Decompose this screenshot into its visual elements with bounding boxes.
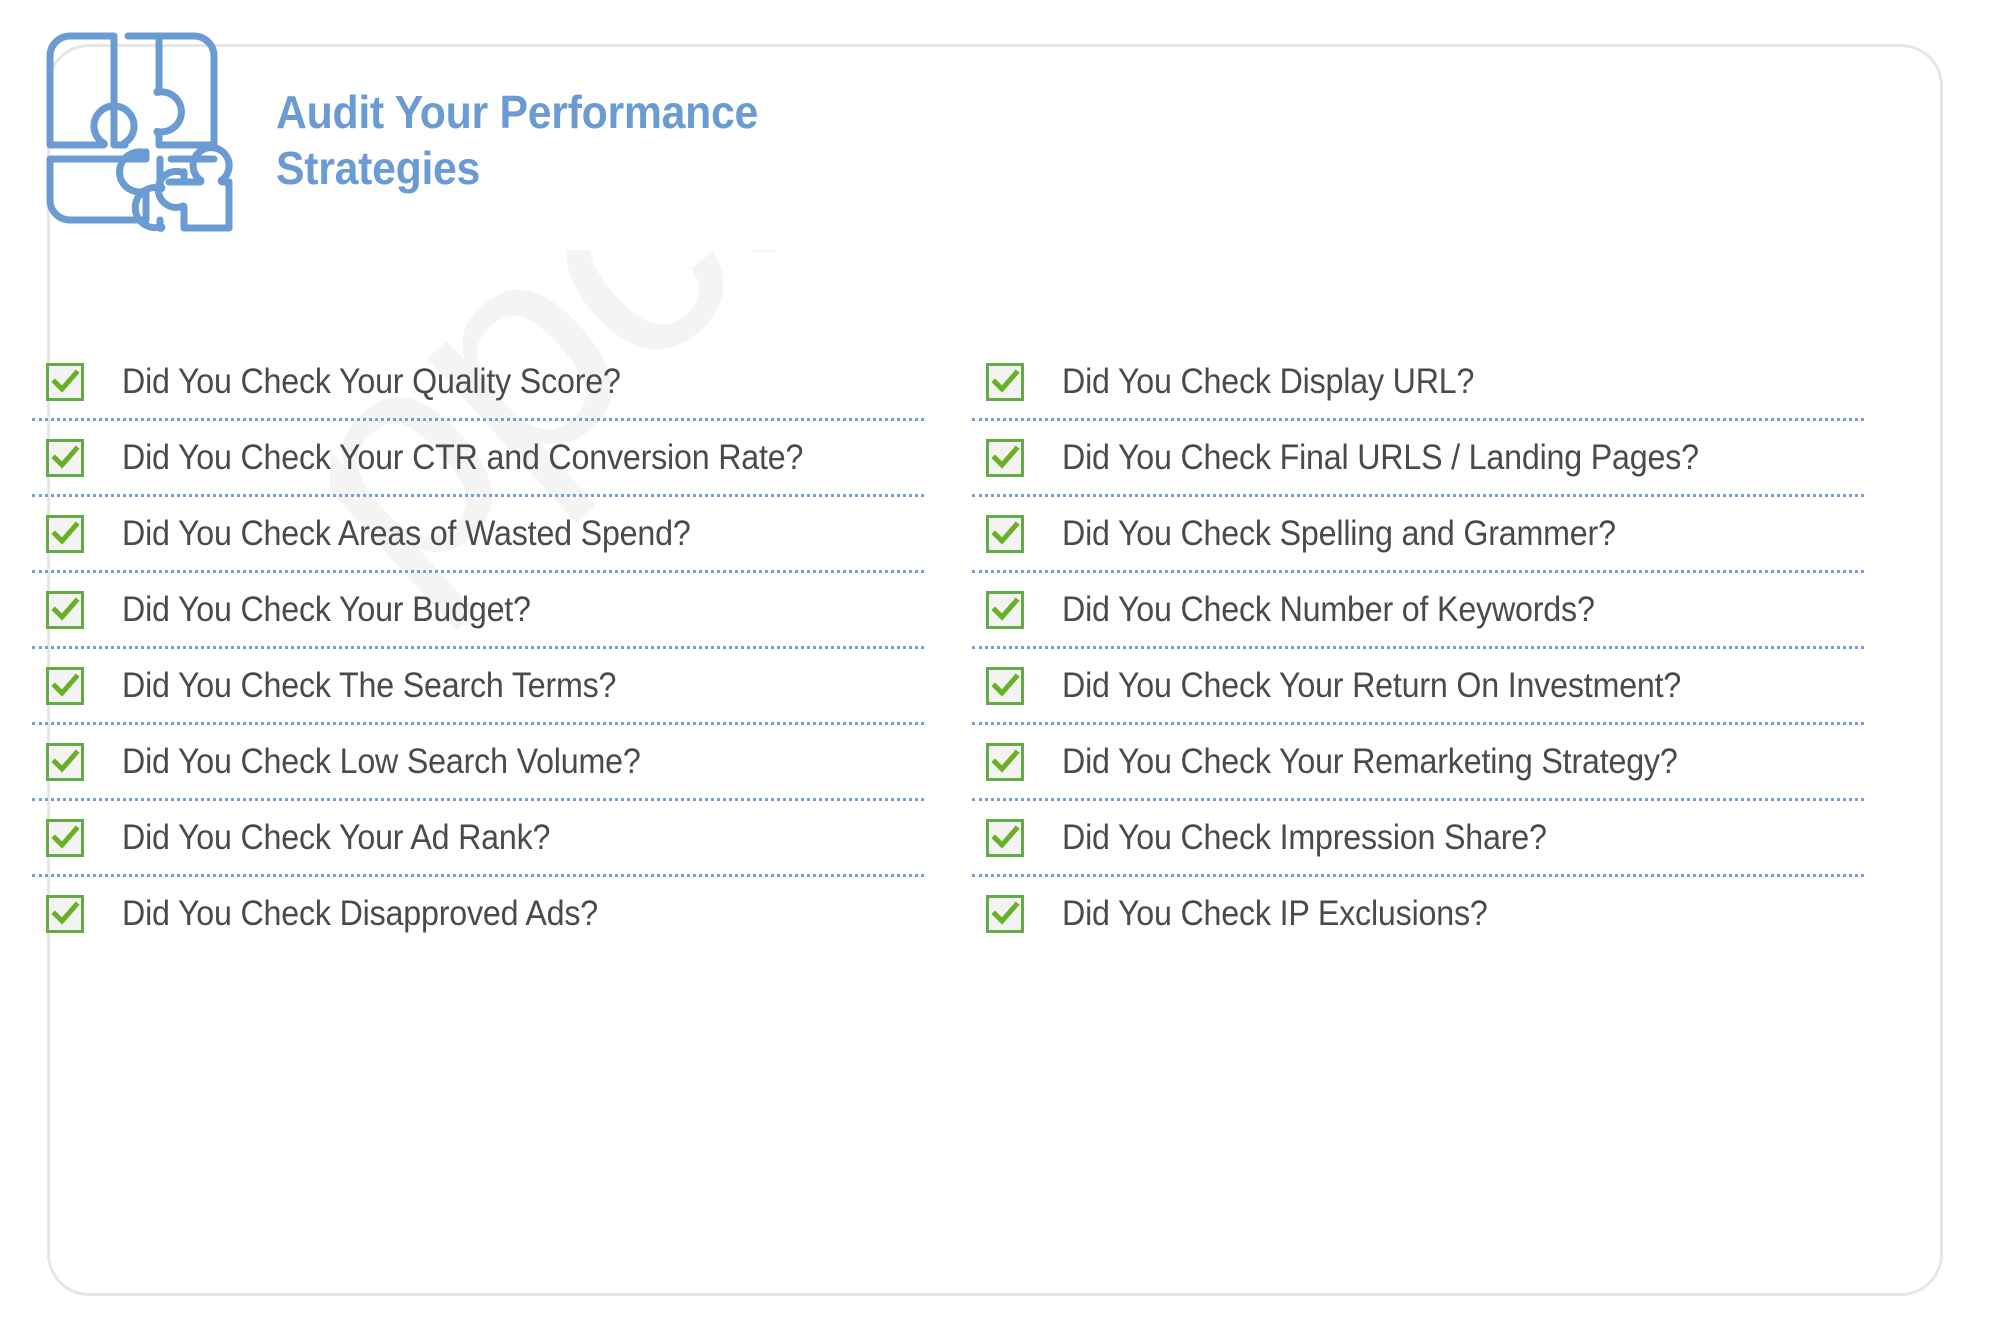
checkbox-checked-icon[interactable] (46, 514, 84, 553)
checkbox-checked-icon[interactable] (46, 818, 84, 857)
checklist-row[interactable]: Did You Check Areas of Wasted Spend? (32, 497, 924, 573)
checklist-item-label: Did You Check Areas of Wasted Spend? (122, 513, 691, 553)
checklist-row[interactable]: Did You Check Final URLS / Landing Pages… (972, 421, 1864, 497)
checkbox-checked-icon[interactable] (46, 438, 84, 477)
checkbox-checked-icon[interactable] (986, 514, 1024, 553)
checklist-row[interactable]: Did You Check Your Budget? (32, 573, 924, 649)
checklist-row[interactable]: Did You Check Your CTR and Conversion Ra… (32, 421, 924, 497)
checkbox-checked-icon[interactable] (46, 590, 84, 629)
checklist-item-label: Did You Check Disapproved Ads? (122, 893, 599, 933)
checklist-item-label: Did You Check Spelling and Grammer? (1062, 513, 1616, 553)
checklist-row[interactable]: Did You Check Spelling and Grammer? (972, 497, 1864, 573)
puzzle-pieces-icon (36, 22, 241, 232)
checkbox-checked-icon[interactable] (986, 742, 1024, 781)
checkbox-checked-icon[interactable] (46, 894, 84, 933)
checklist-item-label: Did You Check Final URLS / Landing Pages… (1062, 437, 1699, 477)
checkbox-checked-icon[interactable] (986, 666, 1024, 705)
checklist-row[interactable]: Did You Check Your Remarketing Strategy? (972, 725, 1864, 801)
checkbox-checked-icon[interactable] (986, 362, 1024, 401)
checklist-row[interactable]: Did You Check The Search Terms? (32, 649, 924, 725)
checkbox-checked-icon[interactable] (986, 590, 1024, 629)
checklist-column-left: Did You Check Your Quality Score? Did You… (32, 345, 924, 950)
checklist-row[interactable]: Did You Check Your Return On Investment? (972, 649, 1864, 725)
checklist-item-label: Did You Check Low Search Volume? (122, 741, 641, 781)
checklist-item-label: Did You Check Number of Keywords? (1062, 589, 1595, 629)
checklist-item-label: Did You Check Your Quality Score? (122, 361, 621, 401)
checklist-item-label: Did You Check Display URL? (1062, 361, 1475, 401)
checkbox-checked-icon[interactable] (46, 362, 84, 401)
checklist-row[interactable]: Did You Check Display URL? (972, 345, 1864, 421)
checklist-infographic: ppcexpo Audit Your Performance (0, 0, 1990, 1344)
checklist-columns: Did You Check Your Quality Score? Did You… (32, 345, 1864, 950)
checklist-row[interactable]: Did You Check Disapproved Ads? (32, 877, 924, 950)
checklist-item-label: Did You Check Your Remarketing Strategy? (1062, 741, 1678, 781)
checklist-item-label: Did You Check IP Exclusions? (1062, 893, 1488, 933)
title-block: Audit Your Performance Strategies (276, 84, 794, 196)
checklist-item-label: Did You Check The Search Terms? (122, 665, 617, 705)
checkbox-checked-icon[interactable] (46, 742, 84, 781)
checklist-item-label: Did You Check Your CTR and Conversion Ra… (122, 437, 804, 477)
checklist-item-label: Did You Check Your Ad Rank? (122, 817, 551, 857)
checklist-item-label: Did You Check Your Return On Investment? (1062, 665, 1682, 705)
checklist-item-label: Did You Check Your Budget? (122, 589, 531, 629)
checkbox-checked-icon[interactable] (986, 894, 1024, 933)
checklist-row[interactable]: Did You Check Low Search Volume? (32, 725, 924, 801)
checklist-row[interactable]: Did You Check Your Ad Rank? (32, 801, 924, 877)
checkbox-checked-icon[interactable] (46, 666, 84, 705)
checkbox-checked-icon[interactable] (986, 818, 1024, 857)
checklist-column-right: Did You Check Display URL? Did You Check … (972, 345, 1864, 950)
card-header: Audit Your Performance Strategies (36, 22, 794, 232)
checklist-item-label: Did You Check Impression Share? (1062, 817, 1547, 857)
checklist-row[interactable]: Did You Check Your Quality Score? (32, 345, 924, 421)
checklist-row[interactable]: Did You Check Impression Share? (972, 801, 1864, 877)
checklist-row[interactable]: Did You Check Number of Keywords? (972, 573, 1864, 649)
checkbox-checked-icon[interactable] (986, 438, 1024, 477)
checklist-row[interactable]: Did You Check IP Exclusions? (972, 877, 1864, 950)
page-title: Audit Your Performance Strategies (276, 86, 758, 195)
